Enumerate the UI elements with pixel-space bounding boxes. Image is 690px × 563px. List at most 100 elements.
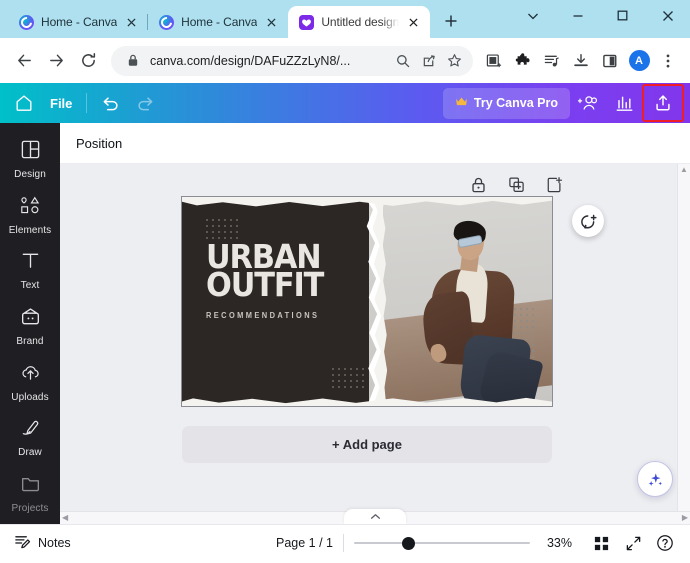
position-bar: Position xyxy=(60,123,690,164)
side-panel-icon[interactable] xyxy=(597,48,623,74)
notes-icon xyxy=(14,533,31,553)
browser-toolbar-icons: A xyxy=(481,48,681,74)
forward-arrow-icon[interactable] xyxy=(41,46,71,76)
canva-logo-icon xyxy=(159,14,175,30)
avatar[interactable]: A xyxy=(626,48,652,74)
elements-shapes-icon xyxy=(19,195,42,221)
sidebar-item-label: Uploads xyxy=(11,391,49,403)
sidebar-item-projects[interactable]: Projects xyxy=(2,468,58,518)
browser-tab-1[interactable]: Home - Canva xyxy=(8,6,148,38)
try-canva-pro-label: Try Canva Pro xyxy=(473,96,558,110)
maximize-icon[interactable] xyxy=(600,0,645,31)
file-menu-button[interactable]: File xyxy=(42,87,80,119)
notes-label: Notes xyxy=(38,536,71,550)
page-indicator[interactable]: Page 1 / 1 xyxy=(276,536,333,550)
sidebar-item-design[interactable]: Design xyxy=(2,135,58,185)
poster-left-panel: URBAN OUTFIT RECOMMENDATIONS xyxy=(182,197,369,406)
address-bar[interactable]: canva.com/design/DAFuZZzLyN8/... xyxy=(111,45,473,76)
analytics-bar-chart-icon[interactable] xyxy=(607,87,642,119)
browser-tab-3-active[interactable]: Untitled design xyxy=(288,6,431,38)
text-t-icon xyxy=(20,250,41,276)
tab-title: Untitled design xyxy=(321,15,400,29)
duplicate-icon[interactable] xyxy=(505,174,527,196)
star-icon[interactable] xyxy=(446,52,463,69)
photo-person xyxy=(420,218,544,406)
back-arrow-icon[interactable] xyxy=(9,46,39,76)
upload-cloud-icon xyxy=(20,362,41,388)
add-collaborator-icon[interactable] xyxy=(570,87,607,119)
sidebar-item-text[interactable]: Text xyxy=(2,246,58,296)
new-tab-button[interactable] xyxy=(437,7,465,35)
tab-strip: Home - Canva Home - Canva Untitled desig… xyxy=(0,0,465,38)
kebab-menu-icon[interactable] xyxy=(655,48,681,74)
help-question-icon[interactable] xyxy=(654,532,676,554)
sidebar-item-brand[interactable]: Brand xyxy=(2,302,58,352)
tab-close-icon[interactable] xyxy=(406,15,421,30)
undo-icon[interactable] xyxy=(93,87,128,119)
search-icon[interactable] xyxy=(394,52,411,69)
zoom-slider-knob[interactable] xyxy=(401,536,415,550)
design-layout-icon xyxy=(20,139,41,165)
tab-close-icon[interactable] xyxy=(264,15,279,30)
share-icon[interactable] xyxy=(420,52,437,69)
tab-close-icon[interactable] xyxy=(124,15,139,30)
downloads-icon[interactable] xyxy=(568,48,594,74)
browser-tab-2[interactable]: Home - Canva xyxy=(147,6,288,38)
sidebar-item-draw[interactable]: Draw xyxy=(2,413,58,463)
tab-title: Home - Canva xyxy=(41,15,118,29)
comment-add-icon[interactable] xyxy=(572,205,604,237)
draw-pen-icon xyxy=(20,417,41,443)
dot-pattern-decoration xyxy=(330,366,364,390)
scroll-left-arrow-icon[interactable]: ◀ xyxy=(62,514,68,522)
magic-sparkle-icon[interactable] xyxy=(637,461,673,497)
close-icon[interactable] xyxy=(645,0,690,31)
poster-title-line-2: OUTFIT xyxy=(206,265,324,305)
reload-icon[interactable] xyxy=(73,46,103,76)
design-page[interactable]: URBAN OUTFIT RECOMMENDATIONS xyxy=(181,196,604,407)
canva-heart-icon xyxy=(299,14,315,30)
minimize-icon[interactable] xyxy=(555,0,600,31)
scroll-up-arrow-icon[interactable]: ▲ xyxy=(680,166,688,174)
zoom-percent-label: 33% xyxy=(546,536,572,550)
poster-artwork: URBAN OUTFIT RECOMMENDATIONS xyxy=(182,197,552,406)
lock-icon xyxy=(124,52,141,69)
collapse-panel-chevron-icon[interactable] xyxy=(344,509,406,524)
avatar-initial: A xyxy=(628,50,650,71)
canva-application: File Try Canva Pro Design Elements Text … xyxy=(0,83,690,561)
add-page-button[interactable]: + Add page xyxy=(182,426,552,463)
sidebar-item-elements[interactable]: Elements xyxy=(2,191,58,241)
fullscreen-expand-icon[interactable] xyxy=(622,532,644,554)
sidebar-item-label: Projects xyxy=(11,502,49,514)
extensions-puzzle-icon[interactable] xyxy=(510,48,536,74)
vertical-scrollbar[interactable]: ▲ ▼ xyxy=(677,164,690,524)
canva-body: Design Elements Text Brand Uploads Draw … xyxy=(0,123,690,524)
poster-photo-panel xyxy=(368,197,552,406)
tab-title: Home - Canva xyxy=(181,15,258,29)
share-upload-icon[interactable] xyxy=(645,87,681,119)
lock-icon[interactable] xyxy=(467,174,489,196)
share-button-highlight-wrapper xyxy=(642,84,684,122)
tab-search-icon[interactable] xyxy=(510,0,555,31)
zoom-slider[interactable] xyxy=(354,536,530,550)
poster-subtitle: RECOMMENDATIONS xyxy=(206,310,320,320)
notes-button[interactable]: Notes xyxy=(14,533,71,553)
reading-list-icon[interactable] xyxy=(481,48,507,74)
window-controls xyxy=(510,0,690,31)
editor-column: Position URBAN OUTFIT RECOMMENDATIONS + … xyxy=(60,123,690,524)
grid-view-icon[interactable] xyxy=(590,532,612,554)
media-controls-icon[interactable] xyxy=(539,48,565,74)
crown-icon xyxy=(455,96,468,110)
position-button[interactable]: Position xyxy=(76,136,122,151)
scroll-right-arrow-icon[interactable]: ▶ xyxy=(682,514,688,522)
try-canva-pro-button[interactable]: Try Canva Pro xyxy=(442,87,570,119)
add-page-icon[interactable] xyxy=(543,174,565,196)
design-canvas-area[interactable]: URBAN OUTFIT RECOMMENDATIONS + Add page … xyxy=(60,164,690,524)
home-icon[interactable] xyxy=(6,87,42,119)
browser-nav-bar: canva.com/design/DAFuZZzLyN8/... A xyxy=(0,38,690,83)
toolbar-divider xyxy=(86,93,88,113)
redo-icon[interactable] xyxy=(128,87,163,119)
sidebar-item-label: Draw xyxy=(18,447,42,459)
sidebar-item-label: Design xyxy=(14,169,46,181)
sidebar-item-uploads[interactable]: Uploads xyxy=(2,357,58,407)
canva-side-rail: Design Elements Text Brand Uploads Draw … xyxy=(0,123,60,524)
